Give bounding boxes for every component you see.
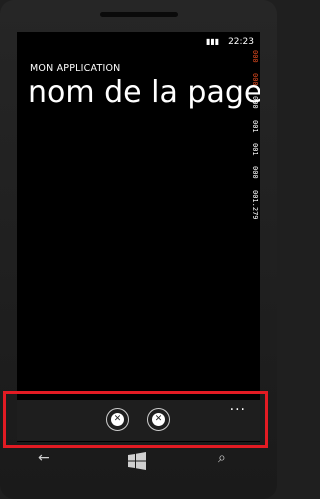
phone-frame: ▮▮▮ 22:23 MON APPLICATION nom de la page… xyxy=(0,0,277,499)
app-title: MON APPLICATION xyxy=(30,63,121,74)
counter-5: 000 xyxy=(251,166,259,179)
screen: ▮▮▮ 22:23 MON APPLICATION nom de la page… xyxy=(17,32,260,442)
back-arrow-icon[interactable]: ← xyxy=(38,450,50,466)
counter-4: 001 xyxy=(251,143,259,156)
highlight-box xyxy=(3,391,268,448)
status-time: 22:23 xyxy=(228,37,254,47)
status-bar: ▮▮▮ 22:23 xyxy=(206,37,254,47)
counter-2: 000 xyxy=(251,96,259,109)
page-title: nom de la page xyxy=(28,75,260,110)
battery-icon: ▮▮▮ xyxy=(205,37,220,46)
counter-1: 000 xyxy=(251,73,259,86)
search-icon[interactable]: ⌕ xyxy=(218,450,226,466)
speaker-slot xyxy=(100,12,178,17)
hardware-nav-bar: ← ⌕ xyxy=(0,450,277,475)
counter-0: 000 xyxy=(251,50,259,63)
frame-rate-counters: 000 000 000 001 001 000 001.279 xyxy=(247,50,260,260)
counter-6: 001.279 xyxy=(251,190,259,220)
windows-start-icon[interactable] xyxy=(128,452,146,474)
counter-3: 001 xyxy=(251,120,259,133)
